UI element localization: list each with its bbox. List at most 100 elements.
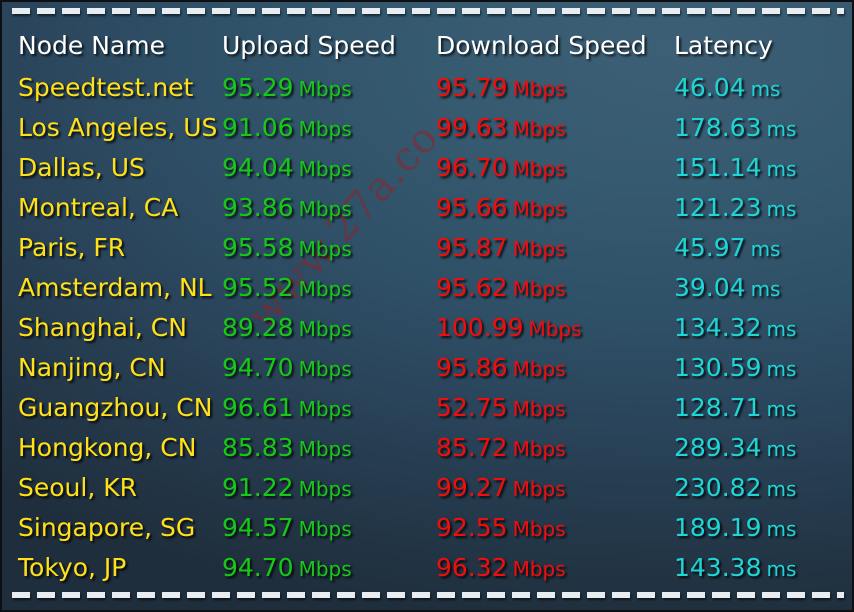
cell-upload-speed: 93.86 Mbps bbox=[222, 188, 352, 229]
cell-node-name-value: Seoul, KR bbox=[18, 473, 137, 502]
table-row: Amsterdam, NL 95.52 Mbps 95.62 Mbps 39.04 ms bbox=[2, 268, 852, 309]
speedtest-results-panel: www.27a.co Node Name Upload Speed Downlo… bbox=[0, 0, 854, 612]
cell-upload-speed-value: 95.29 bbox=[222, 73, 294, 102]
cell-latency-value: 39.04 bbox=[674, 273, 746, 302]
table-row: Montreal, CA 93.86 Mbps 95.66 Mbps 121.23 ms bbox=[2, 188, 852, 229]
cell-latency-unit: ms bbox=[750, 77, 781, 101]
table-body: Speedtest.net 95.29 Mbps 95.79 Mbps 46.04 ms Lo… bbox=[2, 68, 852, 589]
cell-download-speed-unit: Mbps bbox=[512, 237, 566, 261]
cell-download-speed-unit: Mbps bbox=[512, 517, 566, 541]
cell-download-speed: 99.27 Mbps bbox=[436, 468, 566, 509]
cell-latency-value: 178.63 bbox=[674, 113, 762, 142]
cell-latency-unit: ms bbox=[766, 557, 797, 581]
cell-download-speed: 96.32 Mbps bbox=[436, 548, 566, 589]
cell-latency-value: 121.23 bbox=[674, 193, 762, 222]
cell-latency: 128.71 ms bbox=[674, 388, 796, 429]
cell-download-speed-value: 95.87 bbox=[436, 233, 508, 262]
cell-node-name: Dallas, US bbox=[18, 148, 145, 188]
table-row: Singapore, SG 94.57 Mbps 92.55 Mbps 189.19 ms bbox=[2, 508, 852, 549]
cell-latency-value: 134.32 bbox=[674, 313, 762, 342]
cell-upload-speed: 85.83 Mbps bbox=[222, 428, 352, 469]
cell-download-speed-unit: Mbps bbox=[512, 397, 566, 421]
cell-node-name-value: Singapore, SG bbox=[18, 513, 196, 542]
cell-download-speed: 99.63 Mbps bbox=[436, 108, 566, 149]
cell-download-speed-unit: Mbps bbox=[528, 317, 582, 341]
cell-upload-speed-unit: Mbps bbox=[298, 77, 352, 101]
cell-node-name-value: Nanjing, CN bbox=[18, 353, 166, 382]
cell-latency: 130.59 ms bbox=[674, 348, 796, 389]
cell-latency: 151.14 ms bbox=[674, 148, 796, 189]
cell-latency: 39.04 ms bbox=[674, 268, 780, 309]
cell-upload-speed: 94.04 Mbps bbox=[222, 148, 352, 189]
column-header-upload-speed: Upload Speed bbox=[222, 31, 396, 60]
column-header-latency: Latency bbox=[674, 31, 773, 60]
cell-download-speed-unit: Mbps bbox=[512, 157, 566, 181]
cell-download-speed-unit: Mbps bbox=[512, 437, 566, 461]
cell-node-name-value: Speedtest.net bbox=[18, 73, 194, 102]
cell-latency-value: 289.34 bbox=[674, 433, 762, 462]
cell-latency-unit: ms bbox=[750, 277, 781, 301]
cell-upload-speed-unit: Mbps bbox=[298, 357, 352, 381]
cell-upload-speed: 95.58 Mbps bbox=[222, 228, 352, 269]
cell-upload-speed-unit: Mbps bbox=[298, 237, 352, 261]
cell-latency-unit: ms bbox=[750, 237, 781, 261]
cell-upload-speed-value: 93.86 bbox=[222, 193, 294, 222]
cell-latency-unit: ms bbox=[766, 437, 797, 461]
cell-latency: 178.63 ms bbox=[674, 108, 796, 149]
cell-download-speed-value: 96.32 bbox=[436, 553, 508, 582]
cell-latency: 121.23 ms bbox=[674, 188, 796, 229]
cell-latency-value: 151.14 bbox=[674, 153, 762, 182]
table-row: Guangzhou, CN 96.61 Mbps 52.75 Mbps 128.71 ms bbox=[2, 388, 852, 429]
cell-node-name-value: Shanghai, CN bbox=[18, 313, 187, 342]
cell-upload-speed-unit: Mbps bbox=[298, 277, 352, 301]
cell-download-speed: 92.55 Mbps bbox=[436, 508, 566, 549]
cell-upload-speed: 95.52 Mbps bbox=[222, 268, 352, 309]
separator-bottom bbox=[12, 592, 844, 598]
cell-node-name: Montreal, CA bbox=[18, 188, 178, 228]
table-row: Nanjing, CN 94.70 Mbps 95.86 Mbps 130.59 ms bbox=[2, 348, 852, 389]
cell-download-speed: 85.72 Mbps bbox=[436, 428, 566, 469]
cell-upload-speed-value: 91.06 bbox=[222, 113, 294, 142]
cell-node-name: Tokyo, JP bbox=[18, 548, 126, 588]
cell-node-name: Shanghai, CN bbox=[18, 308, 187, 348]
cell-latency: 46.04 ms bbox=[674, 68, 780, 109]
cell-download-speed-value: 52.75 bbox=[436, 393, 508, 422]
cell-download-speed: 95.86 Mbps bbox=[436, 348, 566, 389]
cell-upload-speed: 94.57 Mbps bbox=[222, 508, 352, 549]
cell-download-speed-unit: Mbps bbox=[512, 477, 566, 501]
cell-upload-speed-unit: Mbps bbox=[298, 117, 352, 141]
cell-latency-value: 130.59 bbox=[674, 353, 762, 382]
cell-upload-speed-value: 95.52 bbox=[222, 273, 294, 302]
cell-upload-speed: 89.28 Mbps bbox=[222, 308, 352, 349]
table-row: Tokyo, JP 94.70 Mbps 96.32 Mbps 143.38 ms bbox=[2, 548, 852, 589]
cell-latency-value: 128.71 bbox=[674, 393, 762, 422]
column-header-download-speed: Download Speed bbox=[436, 31, 647, 60]
cell-upload-speed-unit: Mbps bbox=[298, 397, 352, 421]
cell-download-speed-unit: Mbps bbox=[512, 77, 566, 101]
cell-node-name-value: Los Angeles, US bbox=[18, 113, 218, 142]
cell-node-name: Amsterdam, NL bbox=[18, 268, 212, 308]
cell-latency: 134.32 ms bbox=[674, 308, 796, 349]
table-row: Speedtest.net 95.29 Mbps 95.79 Mbps 46.04 ms bbox=[2, 68, 852, 109]
cell-node-name-value: Tokyo, JP bbox=[18, 553, 127, 582]
speedtest-results-table: Node Name Upload Speed Download Speed La… bbox=[2, 24, 852, 589]
cell-latency-unit: ms bbox=[766, 317, 797, 341]
cell-latency-unit: ms bbox=[766, 157, 797, 181]
cell-latency-unit: ms bbox=[766, 117, 797, 141]
cell-download-speed-unit: Mbps bbox=[512, 557, 566, 581]
cell-download-speed-value: 95.86 bbox=[436, 353, 508, 382]
cell-upload-speed-unit: Mbps bbox=[298, 157, 352, 181]
table-row: Hongkong, CN 85.83 Mbps 85.72 Mbps 289.34 ms bbox=[2, 428, 852, 469]
cell-download-speed: 100.99 Mbps bbox=[436, 308, 582, 349]
cell-node-name-value: Dallas, US bbox=[18, 153, 145, 182]
cell-upload-speed-unit: Mbps bbox=[298, 317, 352, 341]
cell-download-speed-value: 95.79 bbox=[436, 73, 508, 102]
cell-latency-unit: ms bbox=[766, 477, 797, 501]
cell-upload-speed-value: 94.70 bbox=[222, 353, 294, 382]
cell-upload-speed-value: 94.57 bbox=[222, 513, 294, 542]
cell-upload-speed-value: 91.22 bbox=[222, 473, 294, 502]
cell-upload-speed-value: 95.58 bbox=[222, 233, 294, 262]
column-header-node-name: Node Name bbox=[18, 31, 165, 60]
cell-node-name: Hongkong, CN bbox=[18, 428, 196, 468]
cell-download-speed-value: 99.27 bbox=[436, 473, 508, 502]
